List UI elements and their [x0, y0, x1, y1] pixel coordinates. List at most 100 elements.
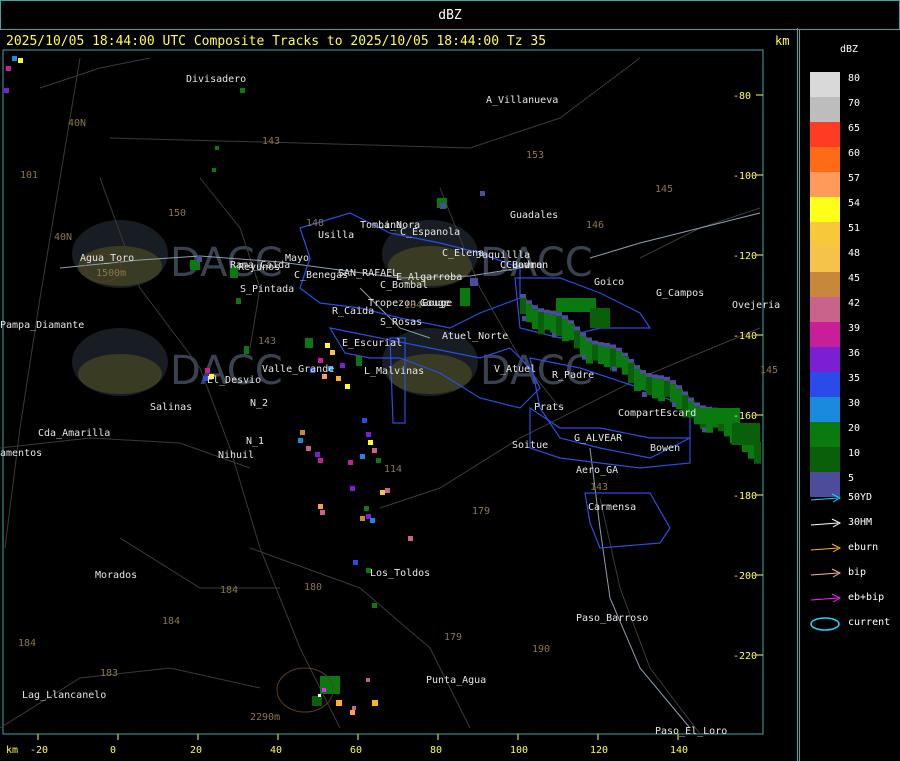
radar-echo — [372, 448, 377, 453]
radar-map[interactable]: DACC DACC DACC DACC Divisadero A_Villanueva Gu… — [0, 28, 798, 761]
place-label: Reyunos — [238, 262, 280, 273]
legend-track-label: current — [848, 617, 891, 628]
elevation-label: 101 — [20, 170, 38, 181]
radar-echo — [622, 352, 628, 357]
radar-echo — [356, 356, 362, 366]
current-ellipse-icon — [810, 617, 840, 631]
radar-echo — [318, 358, 323, 363]
radar-echo — [562, 315, 568, 320]
legend-track-row: 30HM — [810, 517, 900, 531]
watermark-logo-icon — [78, 246, 162, 286]
x-axis-tick-label: 100 — [510, 745, 528, 756]
place-label: Ovejeria — [732, 300, 780, 311]
radar-echo — [336, 376, 341, 381]
legend-track-row: current — [810, 617, 900, 631]
radar-echo — [544, 309, 550, 314]
legend-swatch — [810, 122, 840, 147]
legend-swatch-label: 35 — [848, 373, 861, 384]
place-label: Los_Toldos — [370, 568, 430, 579]
radar-echo — [682, 391, 688, 396]
radar-echo — [312, 696, 322, 706]
radar-echo — [364, 506, 369, 511]
radar-echo — [370, 518, 375, 523]
place-label: amentos — [0, 448, 42, 459]
road-line — [4, 57, 81, 549]
elevation-label: 153 — [526, 150, 544, 161]
legend-track-row: bip — [810, 567, 900, 581]
radar-echo — [574, 330, 581, 349]
radar-echo — [408, 536, 413, 541]
radar-echo — [197, 256, 202, 262]
place-label: Agua_Toro — [80, 253, 134, 264]
radar-echo — [590, 308, 610, 328]
radar-echo — [538, 308, 544, 313]
x-axis-tick-label: -20 — [30, 745, 48, 756]
radar-echo — [568, 320, 574, 325]
radar-echo — [688, 397, 694, 402]
y-axis-tick-label: -200 — [733, 571, 757, 582]
legend-swatch-label: 30 — [848, 398, 861, 409]
radar-echo — [574, 326, 580, 331]
place-label: Mayo — [285, 253, 309, 264]
legend-swatch — [810, 272, 840, 297]
elevation-label: 143 — [258, 336, 276, 347]
radar-echo — [664, 380, 671, 397]
legend-swatch-label: 51 — [848, 223, 861, 234]
radar-echo — [325, 343, 330, 348]
legend-swatch-label: 54 — [848, 198, 861, 209]
place-label: Nihuil — [218, 450, 254, 461]
radar-echo — [610, 344, 616, 349]
road-line — [109, 57, 641, 149]
radar-echo — [754, 441, 761, 464]
radar-echo — [616, 351, 623, 368]
radar-echo — [732, 423, 760, 445]
radar-echo — [598, 342, 604, 347]
window-title: dBZ — [0, 0, 900, 30]
place-label: Bowen — [650, 443, 680, 454]
place-label: Paso_El_Loro — [655, 726, 727, 737]
legend-swatch-label: 42 — [848, 298, 861, 309]
place-label: Goico — [594, 277, 624, 288]
legend-track-row: eburn — [810, 542, 900, 556]
radar-echo — [305, 338, 313, 348]
radar-echo — [658, 375, 664, 380]
place-label: N_2 — [250, 398, 268, 409]
place-label: El_Desvio — [207, 375, 261, 386]
track-arrow-icon — [810, 543, 842, 553]
legend-swatch — [810, 397, 840, 422]
place-label: C_Bombal — [380, 280, 428, 291]
radar-echo — [348, 460, 353, 465]
legend-track-label: 50YD — [848, 492, 873, 503]
legend-track-label: bip — [848, 567, 867, 578]
radar-echo — [12, 56, 17, 61]
legend-swatch — [810, 147, 840, 172]
legend-swatch — [810, 447, 840, 472]
x-axis-tick-label: 20 — [190, 745, 202, 756]
legend-swatch-label: 65 — [848, 123, 861, 134]
elevation-label: 2290m — [250, 712, 280, 723]
legend-swatch-label: 36 — [848, 348, 861, 359]
radar-echo — [336, 700, 342, 706]
radar-echo — [360, 454, 365, 459]
y-axis-tick-label: -100 — [733, 171, 757, 182]
place-label: CompartEscard — [618, 408, 696, 419]
place-label: Punta_Agua — [426, 675, 486, 686]
place-label: Soitue — [512, 440, 548, 451]
place-label: Paso_Barroso — [576, 613, 648, 624]
radar-echo — [592, 340, 598, 345]
track-arrow-icon — [810, 518, 842, 528]
legend-panel: dBZ 80 70 65 60 57 54 51 48 45 42 39 36 35 30 20 10 5 50… — [799, 29, 900, 761]
radar-echo — [372, 603, 377, 608]
place-label: C_Espanola — [400, 227, 460, 238]
elevation-label: 179 — [472, 506, 490, 517]
place-label: L_Malvinas — [364, 366, 424, 377]
x-axis-tick-label: 140 — [670, 745, 688, 756]
radar-echo — [556, 312, 562, 317]
legend-swatch — [810, 247, 840, 272]
place-label: G_Campos — [656, 288, 704, 299]
radar-echo — [330, 350, 335, 355]
legend-swatch-label: 5 — [848, 473, 855, 484]
radar-echo — [580, 336, 587, 357]
radar-echo — [550, 310, 556, 315]
legend-swatch-label: 60 — [848, 148, 861, 159]
